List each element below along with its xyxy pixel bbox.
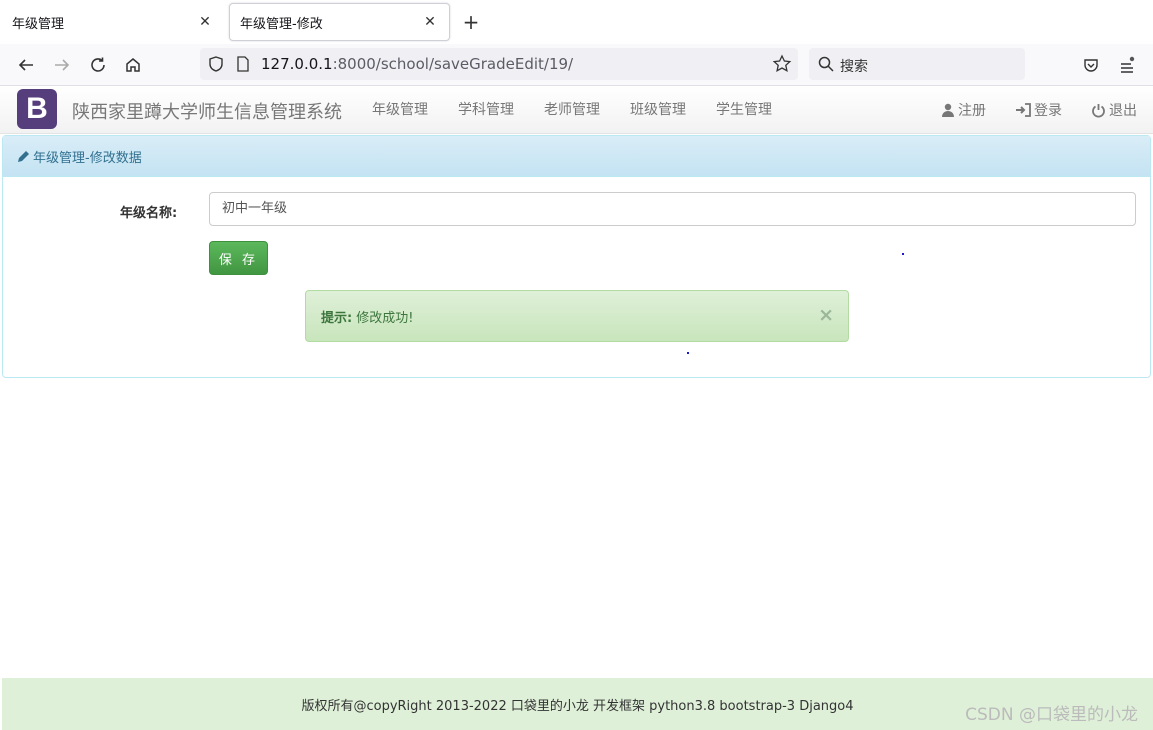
search-icon (818, 56, 834, 76)
shield-icon[interactable] (207, 55, 225, 77)
new-tab-plus-icon[interactable]: + (460, 10, 482, 34)
main-nav: 年级管理 学科管理 老师管理 班级管理 学生管理 (372, 86, 802, 134)
browser-tab-grade-edit[interactable]: 年级管理-修改 ✕ (229, 3, 450, 41)
login-icon (1016, 103, 1031, 117)
watermark: CSDN @口袋里的小龙 (965, 705, 1138, 725)
login-link[interactable]: 登录 (1015, 86, 1062, 134)
nav-teacher-management[interactable]: 老师管理 (544, 86, 600, 134)
logout-label: 退出 (1109, 103, 1137, 119)
nav-student-management[interactable]: 学生管理 (716, 86, 772, 134)
register-link[interactable]: 注册 (941, 86, 986, 134)
close-icon[interactable]: × (818, 304, 834, 326)
forward-arrow-icon[interactable] (50, 53, 74, 77)
site-title[interactable]: 陕西家里蹲大学师生信息管理系统 (72, 98, 342, 124)
close-icon[interactable]: ✕ (421, 13, 439, 31)
success-alert: 提示: 修改成功! × (305, 290, 849, 342)
search-bar[interactable]: 搜索 (809, 48, 1025, 80)
login-label: 登录 (1034, 103, 1062, 119)
bookmark-star-icon[interactable] (772, 54, 792, 78)
tab-label: 年级管理-修改 (240, 16, 323, 32)
power-icon (1092, 103, 1105, 117)
grade-name-label: 年级名称: (120, 206, 178, 221)
browser-toolbar: 127.0.0.1:8000/school/saveGradeEdit/19/ … (0, 44, 1153, 86)
address-bar[interactable]: 127.0.0.1:8000/school/saveGradeEdit/19/ (200, 48, 798, 80)
save-button[interactable]: 保 存 (209, 241, 268, 275)
edit-panel: 年级管理-修改数据 年级名称: 初中一年级 保 存 提示: 修改成功! × (2, 135, 1151, 378)
home-icon[interactable] (121, 53, 145, 77)
register-label: 注册 (958, 103, 986, 119)
user-nav: 注册 登录 退出 (912, 86, 1137, 134)
pencil-icon (18, 151, 29, 162)
stray-dot (902, 253, 904, 255)
brand-logo[interactable]: B (17, 89, 57, 129)
browser-tab-strip: 年级管理 ✕ 年级管理-修改 ✕ + (0, 0, 1153, 44)
search-placeholder: 搜索 (840, 59, 868, 75)
back-arrow-icon[interactable] (14, 53, 38, 77)
page-icon (236, 56, 250, 76)
menu-icon[interactable] (1115, 53, 1139, 77)
nav-subject-management[interactable]: 学科管理 (458, 86, 514, 134)
logout-link[interactable]: 退出 (1091, 86, 1137, 134)
alert-message: 修改成功! (356, 310, 414, 326)
url-text[interactable]: 127.0.0.1:8000/school/saveGradeEdit/19/ (261, 55, 573, 73)
footer-copyright: 版权所有@copyRight 2013-2022 口袋里的小龙 开发框架 pyt… (301, 698, 854, 714)
browser-tab-grade-management[interactable]: 年级管理 ✕ (2, 3, 224, 41)
stray-dot (687, 352, 689, 354)
nav-grade-management[interactable]: 年级管理 (372, 86, 428, 134)
user-icon (942, 103, 954, 117)
grade-name-input[interactable]: 初中一年级 (209, 192, 1136, 226)
site-navbar: B 陕西家里蹲大学师生信息管理系统 年级管理 学科管理 老师管理 班级管理 学生… (0, 86, 1153, 134)
url-path: :8000/school/saveGradeEdit/19/ (332, 55, 574, 73)
reload-icon[interactable] (86, 53, 110, 77)
tab-label: 年级管理 (12, 16, 65, 32)
url-host: 127.0.0.1 (261, 55, 333, 73)
nav-class-management[interactable]: 班级管理 (630, 86, 686, 134)
pocket-icon[interactable] (1079, 53, 1103, 77)
close-icon[interactable]: ✕ (196, 13, 214, 31)
alert-prefix: 提示: (321, 310, 353, 326)
panel-heading: 年级管理-修改数据 (3, 136, 1150, 177)
panel-title: 年级管理-修改数据 (33, 150, 142, 166)
